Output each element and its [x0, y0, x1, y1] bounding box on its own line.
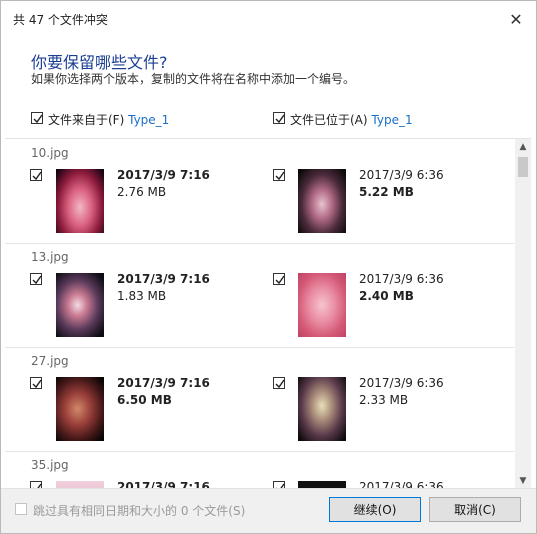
dest-date: 2017/3/9 6:36	[359, 376, 444, 390]
checkmark-icon	[32, 171, 42, 181]
dest-file-checkbox[interactable]	[273, 273, 285, 285]
dest-thumbnail[interactable]	[298, 377, 346, 441]
file-name: 27.jpg	[31, 354, 69, 368]
dest-date: 2017/3/9 6:36	[359, 168, 444, 182]
checkmark-icon	[33, 114, 43, 124]
close-icon[interactable]: ✕	[504, 7, 528, 31]
source-all-checkbox[interactable]	[31, 112, 43, 124]
dialog-subtext: 如果你选择两个版本，复制的文件将在名称中添加一个编号。	[31, 72, 356, 86]
dest-size: 2.33 MB	[359, 393, 409, 407]
source-thumbnail[interactable]	[56, 169, 104, 233]
chevron-up-icon[interactable]: ▲	[515, 139, 531, 155]
checkmark-icon	[32, 275, 42, 285]
cancel-button[interactable]: 取消(C)	[429, 497, 521, 522]
file-name: 35.jpg	[31, 458, 69, 472]
checkmark-icon	[275, 171, 285, 181]
checkmark-icon	[275, 114, 285, 124]
dialog-title: 共 47 个文件冲突	[13, 13, 108, 27]
source-size: 1.83 MB	[117, 289, 167, 303]
dest-column-text: 文件已位于(A)	[290, 113, 368, 127]
checkmark-icon	[275, 379, 285, 389]
checkmark-icon	[275, 275, 285, 285]
dest-column-label: 文件已位于(A) Type_1	[290, 111, 413, 128]
dest-all-checkbox[interactable]	[273, 112, 285, 124]
dialog-footer: 跳过具有相同日期和大小的 0 个文件(S) 继续(O) 取消(C)	[1, 488, 536, 533]
source-date: 2017/3/9 7:16	[117, 376, 210, 390]
scrollbar-thumb[interactable]	[518, 157, 528, 177]
conflict-item: 27.jpg 2017/3/9 7:16 6.50 MB 2017/3/9 6:…	[5, 347, 514, 452]
source-folder-link[interactable]: Type_1	[128, 113, 169, 127]
conflict-item: 10.jpg 2017/3/9 7:16 2.76 MB 2017/3/9 6:…	[5, 139, 514, 244]
source-column-label: 文件来自于(F) Type_1	[48, 111, 169, 128]
title-bar: 共 47 个文件冲突 ✕	[1, 1, 536, 37]
file-name: 13.jpg	[31, 250, 69, 264]
source-size: 6.50 MB	[117, 393, 172, 407]
conflict-item: 35.jpg 2017/3/9 7:16 2017/3/9 6:36	[5, 451, 514, 489]
dest-folder-link[interactable]: Type_1	[371, 113, 412, 127]
source-date: 2017/3/9 7:16	[117, 168, 210, 182]
file-conflict-dialog: 共 47 个文件冲突 ✕ 你要保留哪些文件? 如果你选择两个版本，复制的文件将在…	[0, 0, 537, 534]
dest-thumbnail[interactable]	[298, 169, 346, 233]
source-file-checkbox[interactable]	[30, 377, 42, 389]
skip-same-checkbox[interactable]	[15, 503, 27, 515]
skip-same-label: 跳过具有相同日期和大小的 0 个文件(S)	[33, 504, 246, 518]
dest-size: 5.22 MB	[359, 185, 414, 199]
source-column-text: 文件来自于(F)	[48, 113, 125, 127]
source-date: 2017/3/9 7:16	[117, 272, 210, 286]
source-thumbnail[interactable]	[56, 377, 104, 441]
source-file-checkbox[interactable]	[30, 169, 42, 181]
conflict-list: 10.jpg 2017/3/9 7:16 2.76 MB 2017/3/9 6:…	[5, 138, 531, 489]
continue-button[interactable]: 继续(O)	[329, 497, 421, 522]
dest-thumbnail[interactable]	[298, 273, 346, 337]
dest-file-checkbox[interactable]	[273, 169, 285, 181]
source-file-checkbox[interactable]	[30, 273, 42, 285]
list-scrollbar[interactable]: ▲ ▼	[515, 139, 531, 489]
dest-file-checkbox[interactable]	[273, 377, 285, 389]
source-thumbnail[interactable]	[56, 273, 104, 337]
chevron-down-icon[interactable]: ▼	[515, 473, 531, 489]
conflict-item: 13.jpg 2017/3/9 7:16 1.83 MB 2017/3/9 6:…	[5, 243, 514, 348]
checkmark-icon	[32, 379, 42, 389]
dest-date: 2017/3/9 6:36	[359, 272, 444, 286]
source-size: 2.76 MB	[117, 185, 167, 199]
dest-size: 2.40 MB	[359, 289, 414, 303]
file-name: 10.jpg	[31, 146, 69, 160]
